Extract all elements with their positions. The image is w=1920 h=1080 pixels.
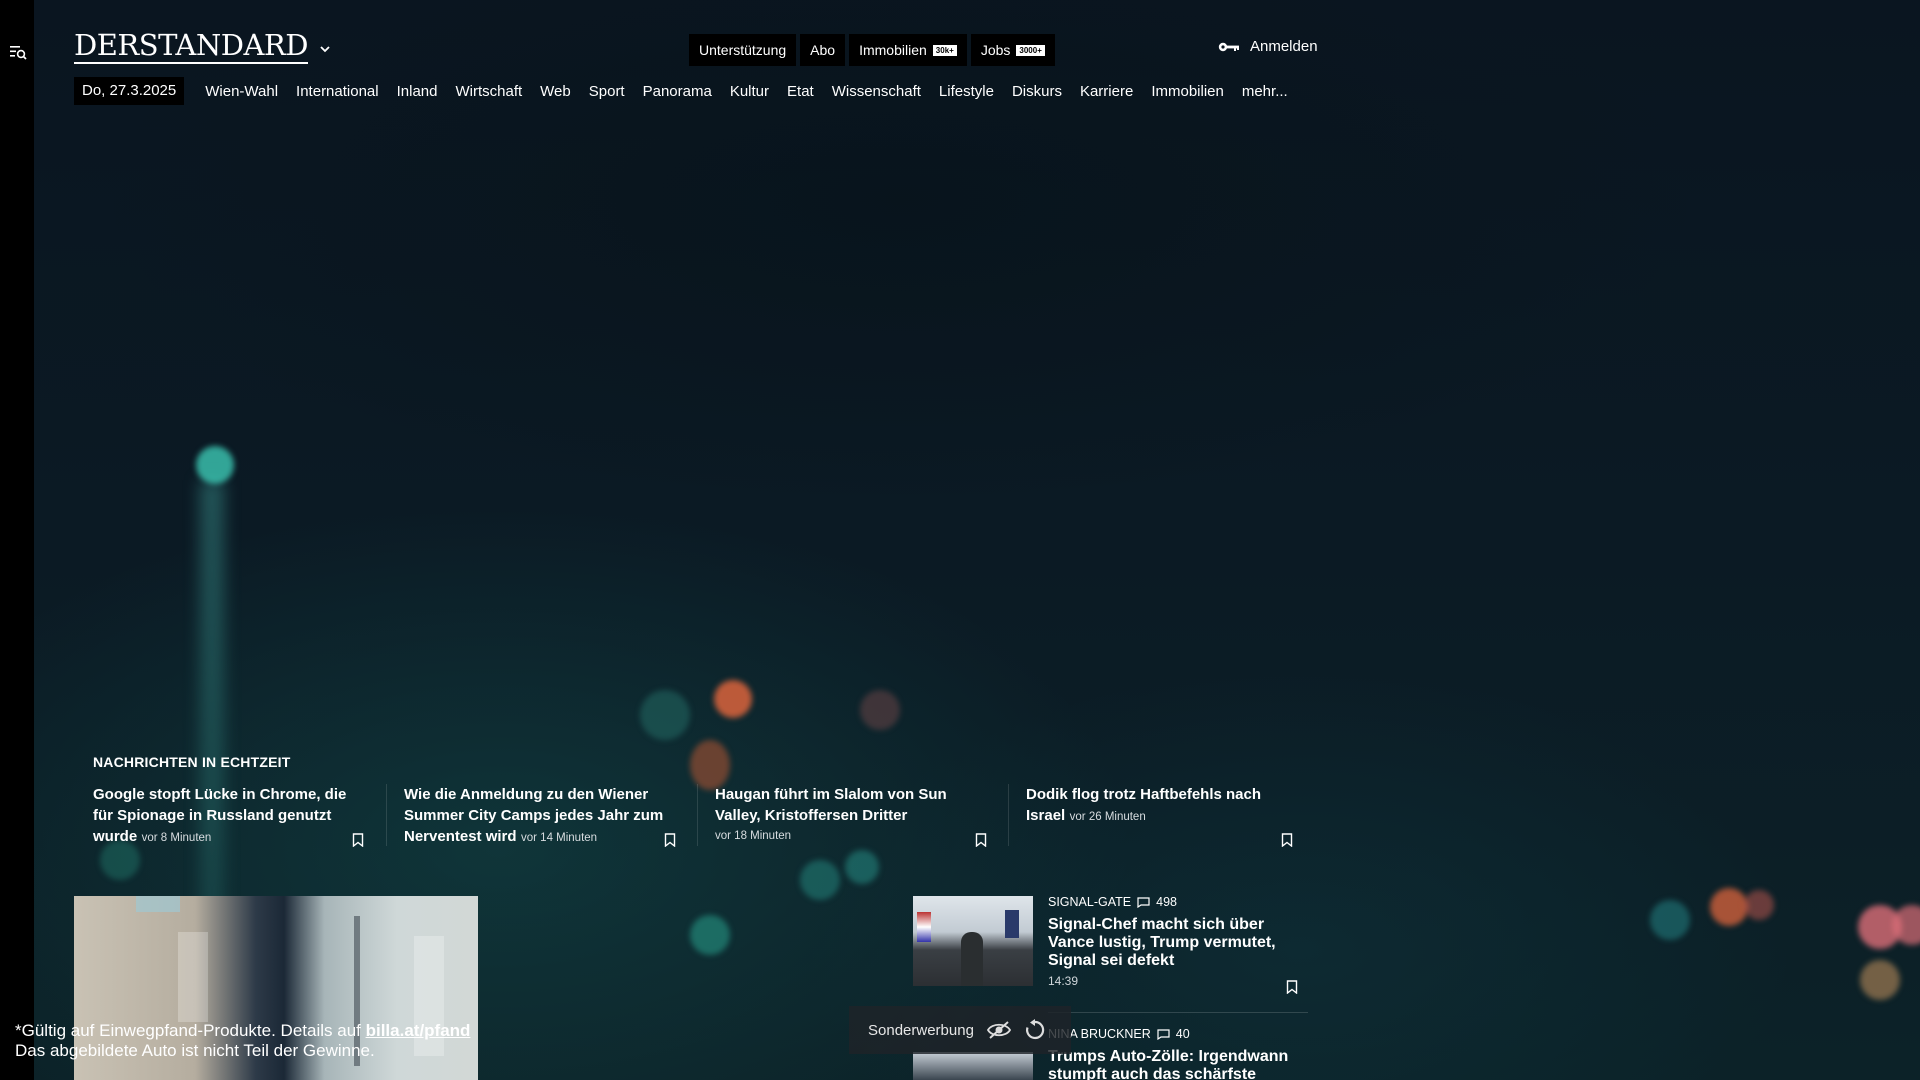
divider bbox=[1008, 784, 1009, 846]
bookmark-icon[interactable] bbox=[664, 833, 676, 847]
realtime-title[interactable]: Google stopft Lücke in Chrome, die für S… bbox=[93, 786, 346, 845]
article-title[interactable]: Signal-Chef macht sich über Vance lustig… bbox=[1048, 916, 1308, 970]
hide-eye-icon[interactable] bbox=[986, 1020, 1012, 1040]
realtime-time: vor 26 Minuten bbox=[1069, 811, 1146, 823]
person-silhouette bbox=[961, 932, 983, 986]
realtime-time: vor 14 Minuten bbox=[521, 832, 598, 844]
bokeh-light bbox=[640, 690, 690, 740]
abo-link[interactable]: Abo bbox=[800, 34, 846, 66]
bookmark-icon[interactable] bbox=[1281, 833, 1293, 847]
bokeh-light bbox=[1744, 890, 1774, 920]
door-panel bbox=[178, 932, 208, 1022]
bokeh-light bbox=[860, 690, 900, 730]
nav-item-karriere[interactable]: Karriere bbox=[1071, 83, 1142, 100]
bookmark-icon[interactable] bbox=[975, 833, 987, 847]
bookmark-icon[interactable] bbox=[352, 833, 364, 847]
article-title[interactable]: Trumps Auto-Zölle: Irgendwann stumpft au… bbox=[1048, 1048, 1308, 1080]
bokeh-light bbox=[1650, 900, 1690, 940]
abo-label: Abo bbox=[810, 42, 836, 58]
top-links: Unterstützung Abo Immobilien 30k+ Jobs 300… bbox=[689, 34, 1055, 66]
kicker-label: SIGNAL-GATE bbox=[1048, 895, 1132, 909]
side-article[interactable]: NINA BRUCKNER 40 Trumps Auto-Zölle: Irge… bbox=[1048, 1027, 1308, 1080]
comment-icon bbox=[1137, 896, 1150, 908]
bokeh-light bbox=[845, 850, 879, 884]
article-kicker: SIGNAL-GATE 498 bbox=[1048, 895, 1308, 909]
article-time: 14:39 bbox=[1048, 974, 1079, 988]
bokeh-light bbox=[1710, 888, 1748, 926]
divider bbox=[386, 784, 387, 846]
support-label: Unterstützung bbox=[699, 42, 787, 58]
realtime-item[interactable]: Google stopft Lücke in Chrome, die für S… bbox=[93, 784, 365, 847]
jobs-badge: 3000+ bbox=[1016, 44, 1045, 56]
nav-item-wissenschaft[interactable]: Wissenschaft bbox=[823, 83, 930, 100]
realtime-heading: NACHRICHTEN IN ECHTZEIT bbox=[93, 754, 291, 770]
nav-item-sport[interactable]: Sport bbox=[580, 83, 634, 100]
chevron-down-icon[interactable] bbox=[318, 42, 332, 56]
comment-icon bbox=[1157, 1028, 1170, 1040]
left-rail bbox=[0, 0, 34, 1080]
menu-search-icon[interactable] bbox=[9, 43, 27, 61]
immobilien-link[interactable]: Immobilien 30k+ bbox=[849, 34, 967, 66]
comment-count: 498 bbox=[1156, 895, 1177, 909]
nav-item-diskurs[interactable]: Diskurs bbox=[1003, 83, 1071, 100]
flag bbox=[1005, 910, 1019, 938]
login-label: Anmelden bbox=[1250, 38, 1318, 55]
nav-item-inland[interactable]: Inland bbox=[388, 83, 447, 100]
nav-item-more[interactable]: mehr... bbox=[1233, 83, 1297, 100]
nav-item-web[interactable]: Web bbox=[531, 83, 580, 100]
bokeh-light bbox=[196, 446, 234, 484]
support-link[interactable]: Unterstützung bbox=[689, 34, 797, 66]
divider bbox=[697, 784, 698, 846]
realtime-item[interactable]: Haugan führt im Slalom von Sun Valley, K… bbox=[715, 784, 987, 844]
nav-item-panorama[interactable]: Panorama bbox=[634, 83, 721, 100]
immobilien-badge: 30k+ bbox=[932, 44, 957, 56]
side-article-image[interactable] bbox=[913, 1052, 1033, 1080]
side-article-image[interactable] bbox=[913, 896, 1033, 986]
bokeh-light bbox=[690, 740, 730, 790]
nav-item-immobilien[interactable]: Immobilien bbox=[1142, 83, 1233, 100]
bokeh-light bbox=[800, 860, 840, 900]
site-logo[interactable]: DERSTANDARD bbox=[74, 28, 308, 64]
bookmark-icon[interactable] bbox=[1286, 980, 1298, 994]
realtime-title[interactable]: Haugan führt im Slalom von Sun Valley, K… bbox=[715, 786, 947, 824]
side-article[interactable]: SIGNAL-GATE 498 Signal-Chef macht sich ü… bbox=[1048, 895, 1308, 988]
realtime-time: vor 8 Minuten bbox=[141, 832, 212, 844]
divider bbox=[1048, 1012, 1308, 1013]
article-kicker: NINA BRUCKNER 40 bbox=[1048, 1027, 1308, 1041]
bokeh-light bbox=[690, 915, 730, 955]
ceiling-light bbox=[136, 896, 180, 912]
key-icon bbox=[1218, 42, 1239, 51]
comment-count: 40 bbox=[1175, 1027, 1190, 1041]
nav-item-wirtschaft[interactable]: Wirtschaft bbox=[446, 83, 531, 100]
legal-text: *Gültig auf Einwegpfand-Produkte. Detail… bbox=[15, 1021, 366, 1040]
main-nav: Do, 27.3.2025 Wien-Wahl International In… bbox=[74, 77, 1297, 105]
nav-item-lifestyle[interactable]: Lifestyle bbox=[930, 83, 1003, 100]
reload-icon[interactable] bbox=[1024, 1019, 1046, 1041]
realtime-item[interactable]: Wie die Anmeldung zu den Wiener Summer C… bbox=[404, 784, 676, 847]
jobs-label: Jobs bbox=[980, 42, 1011, 58]
login-button[interactable]: Anmelden bbox=[1218, 38, 1318, 55]
flag bbox=[917, 912, 931, 942]
jobs-link[interactable]: Jobs 3000+ bbox=[970, 34, 1055, 66]
bokeh-light bbox=[714, 680, 752, 718]
pfand-link[interactable]: billa.at/pfand bbox=[366, 1021, 471, 1040]
immobilien-label: Immobilien bbox=[859, 42, 927, 58]
bokeh-light bbox=[1860, 960, 1900, 1000]
realtime-time: vor 18 Minuten bbox=[715, 830, 792, 842]
ad-legal-text: *Gültig auf Einwegpfand-Produkte. Detail… bbox=[15, 1021, 470, 1061]
sonderwerbung-bar: Sonderwerbung bbox=[849, 1006, 1071, 1054]
nav-item-international[interactable]: International bbox=[287, 83, 388, 100]
nav-date: Do, 27.3.2025 bbox=[74, 77, 185, 105]
legal-text: Das abgebildete Auto ist nicht Teil der … bbox=[15, 1041, 375, 1060]
nav-item-wien-wahl[interactable]: Wien-Wahl bbox=[196, 83, 287, 100]
realtime-item[interactable]: Dodik flog trotz Haftbefehls nach Israel… bbox=[1026, 784, 1298, 826]
sonderwerbung-label: Sonderwerbung bbox=[868, 1021, 974, 1039]
nav-item-kultur[interactable]: Kultur bbox=[721, 83, 778, 100]
nav-item-etat[interactable]: Etat bbox=[778, 83, 823, 100]
